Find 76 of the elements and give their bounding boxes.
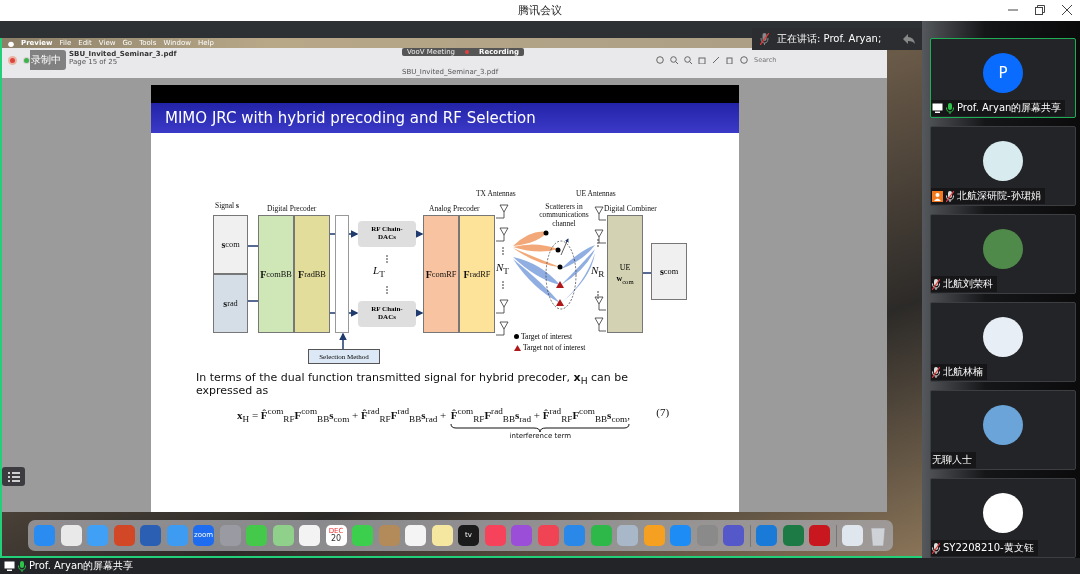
participant-tile[interactable]: 北航刘荣科 xyxy=(930,214,1076,294)
dock-app-icon[interactable] xyxy=(299,525,320,546)
close-icon[interactable] xyxy=(1062,5,1072,15)
diagram-label: N$_{R}$ xyxy=(591,264,605,280)
participant-tile[interactable]: 北航林楠 xyxy=(930,302,1076,382)
slide-title: MIMO JRC with hybrid precoding and RF Selection xyxy=(151,103,739,133)
dock-app-icon[interactable] xyxy=(431,525,453,546)
dock-app-icon[interactable] xyxy=(782,525,804,546)
antenna-icon xyxy=(495,299,509,314)
participant-name: 北航林楠 xyxy=(943,365,983,379)
screen-share-icon xyxy=(4,561,15,571)
antenna-icon xyxy=(495,227,509,242)
dock-app-icon[interactable] xyxy=(405,525,426,546)
participant-name: 无聊人士 xyxy=(932,453,972,467)
participant-tile[interactable]: SY2208210-黄文钰 xyxy=(930,478,1076,558)
connector-line xyxy=(247,300,259,302)
participant-name: 北航深研院-孙珺娟 xyxy=(957,189,1041,203)
dock-app-icon[interactable] xyxy=(511,525,532,546)
connector-line xyxy=(642,272,652,274)
antenna-icon xyxy=(495,321,509,336)
recording-label: 录制中 xyxy=(31,53,61,67)
arrow xyxy=(415,309,424,317)
arrow xyxy=(415,230,424,238)
slide-paragraph: In terms of the dual function transmitted signal for hybrid precoder, x$_{H}$ can be expressed as xyxy=(196,373,630,397)
diagram-label: UE xyxy=(619,263,631,273)
participant-name: 北航刘荣科 xyxy=(943,277,993,291)
recording-dot-icon xyxy=(465,50,470,54)
connector-line xyxy=(329,233,336,235)
antenna-icon xyxy=(594,317,607,332)
window-title: 腾讯会议 xyxy=(518,3,562,18)
participant-name: SY2208210-黄文钰 xyxy=(943,541,1034,555)
antenna-icon xyxy=(594,229,607,244)
dock-app-icon[interactable] xyxy=(842,525,863,546)
dock-app-icon[interactable] xyxy=(643,525,665,546)
antenna-icon xyxy=(495,204,509,219)
arrow xyxy=(348,230,359,238)
dot-icon xyxy=(514,334,519,339)
status-label: Prof. Aryan的屏幕共享 xyxy=(29,559,134,573)
pen-icon[interactable] xyxy=(712,56,720,64)
dock-app-icon[interactable] xyxy=(809,525,830,546)
dock-app-icon[interactable] xyxy=(113,525,135,546)
list-icon[interactable] xyxy=(2,467,25,486)
dock-app-icon[interactable] xyxy=(60,525,82,546)
restore-icon[interactable] xyxy=(1035,5,1045,15)
dock-app-icon[interactable] xyxy=(352,525,373,546)
diagram-label: L$_{T}$ xyxy=(373,264,385,280)
triangle-icon xyxy=(514,344,521,351)
participant-tile[interactable]: 无聊人士 xyxy=(930,390,1076,470)
zoom-out-icon[interactable] xyxy=(670,56,678,64)
antenna-icon xyxy=(594,296,607,311)
speaker-label: 正在讲话: Prof. Aryan; xyxy=(777,32,883,46)
participant-tile[interactable]: P Prof. Aryan的屏幕共享 xyxy=(930,38,1076,118)
dock-app-icon[interactable] xyxy=(723,525,744,546)
dock-app-icon[interactable] xyxy=(140,525,161,546)
equation: F̂$^{com}$$_{RF}$F$^{rad}$$_{BB}$s$_{rad}$ + F̂$^{rad}$$_{RF}$F$^{com}$$_{BB}$s$_{com}$, xyxy=(450,406,630,425)
equation: x$_{H}$ = F̂$^{com}$$_{RF}$F$^{com}$$_{BB}$s$_{com}$ + F̂$^{rad}$$_{RF}$F$^{rad}$$_{BB}$s$_{rad}$ + xyxy=(237,406,447,425)
diagram-label: N$_{T}$ xyxy=(496,261,509,277)
dock-app-icon[interactable] xyxy=(617,525,638,546)
arrow xyxy=(348,309,359,317)
connector-line xyxy=(247,245,259,247)
underbrace-icon xyxy=(450,424,631,433)
equation-number: (7) xyxy=(656,406,670,419)
dock-app-icon[interactable] xyxy=(246,525,267,546)
participant-tile[interactable]: 北航深研院-孙珺娟 xyxy=(930,126,1076,206)
zoom-in-icon[interactable] xyxy=(684,56,692,64)
dock-app-icon[interactable] xyxy=(756,525,777,546)
avatar: P xyxy=(983,53,1023,93)
zoom-dot-icon[interactable] xyxy=(24,58,29,63)
close-dot-icon[interactable] xyxy=(10,58,15,63)
dock-app-icon[interactable] xyxy=(537,525,559,546)
connector-line xyxy=(329,312,336,314)
participant-name: Prof. Aryan的屏幕共享 xyxy=(957,101,1062,115)
diagram-label: w$_{com}$ xyxy=(616,274,634,285)
arrow xyxy=(339,332,347,350)
reply-arrow-icon[interactable] xyxy=(902,33,916,45)
dock-app-icon[interactable] xyxy=(272,525,294,546)
